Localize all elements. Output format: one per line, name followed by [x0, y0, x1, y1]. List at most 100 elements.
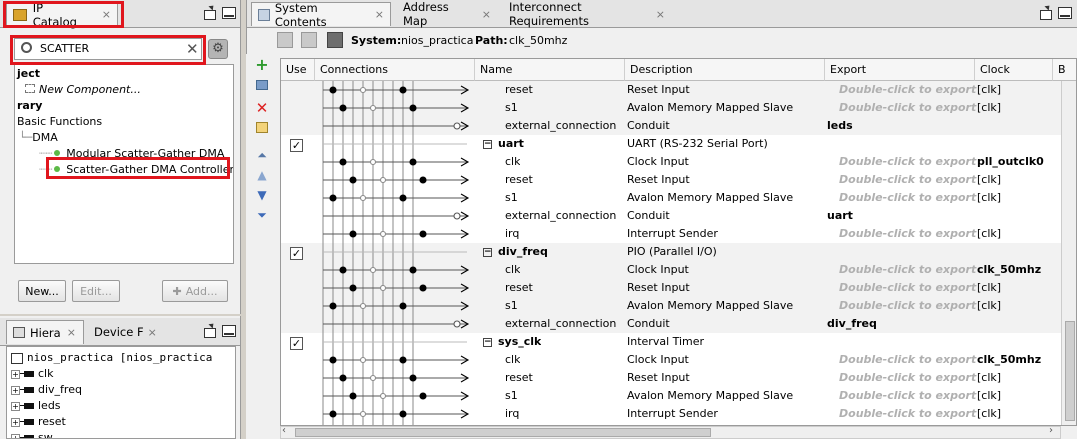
- clock-cell[interactable]: clk_50mhz: [977, 261, 1057, 279]
- interface-name[interactable]: s1: [505, 387, 518, 405]
- clock-cell[interactable]: pll_outclk0: [977, 153, 1057, 171]
- scroll-left-icon[interactable]: ‹: [282, 425, 286, 436]
- export-cell[interactable]: Double-click to export: [839, 99, 985, 117]
- settings-icon[interactable]: ⚙: [208, 39, 228, 59]
- clear-search-icon[interactable]: ✕: [186, 40, 199, 58]
- vertical-scrollbar-thumb[interactable]: [1065, 321, 1075, 421]
- tab-hierarchy[interactable]: Hiera ⨯: [6, 320, 84, 344]
- expand-icon[interactable]: +: [11, 401, 20, 411]
- export-cell[interactable]: Double-click to export: [839, 279, 985, 297]
- minimize-icon[interactable]: [222, 7, 236, 19]
- tree-item-sgdma-controller[interactable]: ┈┈ Scatter-Gather DMA Controller: [39, 162, 233, 178]
- tab-device-family[interactable]: Device F ⨯: [88, 320, 164, 344]
- close-icon[interactable]: ⨯: [67, 326, 76, 339]
- restore-icon[interactable]: [202, 325, 216, 338]
- tree-item-project[interactable]: ject: [17, 66, 40, 82]
- export-cell[interactable]: uart: [827, 207, 973, 225]
- column-header-base[interactable]: B: [1053, 59, 1076, 81]
- close-icon[interactable]: ⨯: [375, 8, 384, 21]
- export-cell[interactable]: Double-click to export: [839, 153, 985, 171]
- edit-button[interactable]: Edit...: [72, 280, 120, 302]
- restore-icon[interactable]: [202, 7, 216, 20]
- tree-item-library[interactable]: rary: [17, 98, 42, 114]
- column-header-name[interactable]: Name: [475, 59, 625, 81]
- interface-name[interactable]: reset: [505, 279, 533, 297]
- move-top-icon[interactable]: ⏶: [254, 148, 270, 162]
- minimize-icon[interactable]: [222, 325, 236, 337]
- interface-name[interactable]: s1: [505, 297, 518, 315]
- move-bottom-icon[interactable]: ⏷: [254, 208, 270, 222]
- vertical-scrollbar[interactable]: [1061, 81, 1076, 425]
- expand-icon[interactable]: +: [11, 417, 20, 427]
- collapse-icon[interactable]: −: [483, 247, 492, 257]
- scroll-right-icon[interactable]: ›: [1049, 425, 1053, 436]
- clock-cell[interactable]: [clk]: [977, 189, 1057, 207]
- interface-name[interactable]: clk: [505, 153, 520, 171]
- hierarchy-item[interactable]: + div_freq: [11, 382, 82, 398]
- expand-icon[interactable]: +: [11, 369, 20, 379]
- export-cell[interactable]: Double-click to export: [839, 189, 985, 207]
- clock-cell[interactable]: [clk]: [977, 369, 1057, 387]
- clock-cell[interactable]: [977, 135, 1057, 153]
- hierarchy-item[interactable]: + sw: [11, 430, 53, 438]
- collapse-icon[interactable]: −: [483, 337, 492, 347]
- export-cell[interactable]: Double-click to export: [839, 81, 985, 99]
- clock-cell[interactable]: [clk]: [977, 171, 1057, 189]
- interface-name[interactable]: clk: [505, 351, 520, 369]
- interface-name[interactable]: reset: [505, 81, 533, 99]
- hierarchy-item[interactable]: + leds: [11, 398, 61, 414]
- expand-icon[interactable]: +: [11, 385, 20, 395]
- interface-name[interactable]: s1: [505, 99, 518, 117]
- interface-name[interactable]: s1: [505, 189, 518, 207]
- horizontal-scrollbar-thumb[interactable]: [295, 428, 711, 437]
- tree-item-new-component[interactable]: New Component...: [25, 82, 141, 98]
- interface-name[interactable]: external_connection: [505, 207, 616, 225]
- export-cell[interactable]: Double-click to export: [839, 225, 985, 243]
- column-header-connections[interactable]: Connections: [315, 59, 475, 81]
- tab-interconnect-requirements[interactable]: Interconnect Requirements ⨯: [503, 0, 671, 28]
- collapse-icon[interactable]: −: [483, 139, 492, 149]
- hierarchy-root[interactable]: nios_practica [nios_practica: [11, 350, 212, 366]
- tab-ip-catalog[interactable]: IP Catalog ⨯: [6, 1, 118, 29]
- tree-item-modular-sgdma[interactable]: ┈┈ Modular Scatter-Gather DMA: [39, 146, 224, 162]
- use-checkbox-sys-clk[interactable]: ✓: [290, 337, 303, 350]
- export-cell[interactable]: Double-click to export: [839, 297, 985, 315]
- move-up-icon[interactable]: ▲: [254, 168, 270, 182]
- clock-cell[interactable]: [977, 243, 1057, 261]
- add-connection-icon[interactable]: [254, 80, 270, 94]
- close-icon[interactable]: ⨯: [482, 8, 491, 21]
- tab-system-contents[interactable]: System Contents ⨯: [251, 1, 391, 29]
- clock-cell[interactable]: [clk]: [977, 279, 1057, 297]
- close-icon[interactable]: ⨯: [102, 8, 111, 21]
- move-down-icon[interactable]: ▼: [254, 188, 270, 202]
- use-checkbox-div-freq[interactable]: ✓: [290, 247, 303, 260]
- interface-name[interactable]: external_connection: [505, 117, 616, 135]
- export-cell[interactable]: Double-click to export: [839, 387, 985, 405]
- export-cell[interactable]: Double-click to export: [839, 171, 985, 189]
- interface-name[interactable]: clk: [505, 261, 520, 279]
- clock-cell[interactable]: [977, 315, 1057, 333]
- connections-diagram[interactable]: [315, 81, 475, 426]
- minimize-icon[interactable]: [1058, 7, 1072, 19]
- remove-icon[interactable]: ✕: [254, 101, 270, 116]
- clock-cell[interactable]: clk_50mhz: [977, 351, 1057, 369]
- expand-all-icon[interactable]: [301, 32, 317, 48]
- component-name[interactable]: − uart: [483, 135, 524, 153]
- export-cell[interactable]: Double-click to export: [839, 405, 985, 423]
- export-cell[interactable]: Double-click to export: [839, 351, 985, 369]
- clock-cell[interactable]: [977, 207, 1057, 225]
- clock-cell[interactable]: [clk]: [977, 387, 1057, 405]
- close-icon[interactable]: ⨯: [656, 8, 665, 21]
- interface-name[interactable]: reset: [505, 369, 533, 387]
- export-cell[interactable]: [827, 333, 973, 351]
- column-header-clock[interactable]: Clock: [975, 59, 1053, 81]
- export-cell[interactable]: [827, 135, 973, 153]
- add-button[interactable]: ✚ Add...: [162, 280, 228, 302]
- clock-cell[interactable]: [977, 117, 1057, 135]
- export-cell[interactable]: Double-click to export: [839, 369, 985, 387]
- column-header-use[interactable]: Use: [281, 59, 315, 81]
- export-cell[interactable]: Double-click to export: [839, 261, 985, 279]
- clock-cell[interactable]: [clk]: [977, 99, 1057, 117]
- use-checkbox-uart[interactable]: ✓: [290, 139, 303, 152]
- tree-item-basic-functions[interactable]: Basic Functions: [17, 114, 102, 130]
